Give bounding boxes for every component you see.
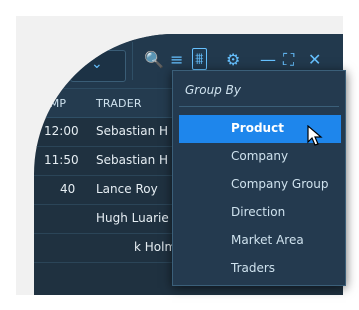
menu-item-company[interactable]: Company [179, 143, 341, 171]
menu-item-label: Direction [231, 205, 286, 219]
menu-item-label: Traders [231, 261, 276, 275]
menu-item-label: Company [231, 149, 289, 163]
settings-icon[interactable]: ⚙ [226, 52, 240, 68]
expand-icon[interactable]: ⛶ [283, 52, 294, 68]
column-header-trader[interactable]: TRADER [96, 97, 142, 110]
filter-icon[interactable]: ⩩ [192, 48, 207, 70]
menu-item-traders[interactable]: Traders [179, 255, 341, 283]
mouse-cursor-icon [307, 125, 323, 146]
chevron-down-icon: ⌄ [91, 56, 103, 72]
menu-item-company-group[interactable]: Company Group [179, 171, 341, 199]
cell-trader: Sebastian H [96, 153, 169, 167]
cell-time: 40 [60, 182, 76, 196]
list-icon[interactable]: ≡ [170, 52, 183, 68]
menu-item-direction[interactable]: Direction [179, 199, 341, 227]
view-dropdown[interactable]: ⌄ [70, 50, 126, 82]
toolbar-divider [132, 42, 133, 80]
menu-item-label: Product [231, 121, 284, 135]
cell-trader: Sebastian H [96, 124, 169, 138]
menu-title: Group By [185, 83, 241, 97]
cell-trader: Hugh Luarie [96, 211, 169, 225]
menu-item-market-area[interactable]: Market Area [179, 227, 341, 255]
menu-item-label: Company Group [231, 177, 329, 191]
cell-time: 12:00 [44, 124, 79, 138]
group-by-menu: Group By Product Company Company Group D… [172, 70, 346, 286]
close-icon[interactable]: ✕ [308, 52, 321, 68]
menu-item-label: Market Area [231, 233, 304, 247]
search-icon[interactable]: 🔍 [144, 52, 164, 68]
menu-divider [179, 106, 339, 107]
column-header-timestamp[interactable]: AMP [42, 97, 66, 110]
cell-time: 11:50 [44, 153, 79, 167]
cell-trader: Lance Roy [96, 182, 158, 196]
minimize-icon[interactable]: — [260, 52, 276, 68]
